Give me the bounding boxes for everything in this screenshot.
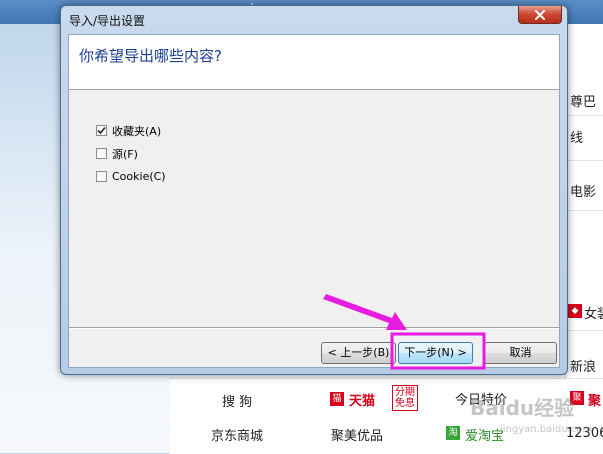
cookies-checkbox[interactable] [96,171,107,182]
side-item-line[interactable]: 线 [570,127,583,146]
dialog-header-question: 你希望导出哪些内容? [79,47,222,65]
side-item-zunba[interactable]: 尊巴 [570,91,596,110]
feeds-label: 源(F) [112,147,138,161]
next-button[interactable]: 下一步(N) > [398,342,473,364]
close-button[interactable] [518,6,562,24]
footer-separator [69,327,559,329]
side-divider [565,115,603,116]
option-cookies[interactable]: Cookie(C) [96,170,166,183]
side-divider [565,210,603,211]
dialog-title: 导入/导出设置 [69,14,146,28]
baidu-watermark-url: jingyan.baidu.com [500,424,593,435]
back-button[interactable]: < 上一步(B) [321,342,396,364]
dialog-header: 你希望导出哪些内容? [69,35,559,90]
checkmark-icon [97,126,106,135]
option-favorites[interactable]: 收藏夹(A) [96,124,166,138]
tmall-promo-badge: 分期 免息 [392,385,418,411]
red-logo-icon: ◆ [568,304,582,318]
side-item-movie[interactable]: 电影 [570,181,596,200]
link-taobao[interactable]: 爱淘宝 [465,425,504,444]
taobao-logo-icon: 淘 [446,426,460,440]
feeds-checkbox[interactable] [96,148,107,159]
link-tmall[interactable]: 天猫 [349,390,375,409]
side-item-sina[interactable]: 新浪 [570,356,596,375]
import-export-dialog: 导入/导出设置 你希望导出哪些内容? 收藏夹(A) 源(F) Cookie(C)… [60,5,568,375]
link-jumei[interactable]: 聚美优品 [331,425,383,444]
side-item-women-clothing[interactable]: 女装 [584,303,603,322]
link-jd[interactable]: 京东商城 [211,425,263,444]
export-options: 收藏夹(A) 源(F) Cookie(C) [96,124,166,193]
favorites-label: 收藏夹(A) [112,124,162,138]
tmall-logo-icon: 猫 [330,392,344,406]
baidu-watermark: Baidu经验 [470,396,575,420]
dialog-client-area: 你希望导出哪些内容? 收藏夹(A) 源(F) Cookie(C) < 上一步(B… [68,34,560,368]
favorites-checkbox[interactable] [96,125,107,136]
link-ju[interactable]: 聚 [588,390,601,409]
side-divider [565,160,603,161]
link-sogou[interactable]: 搜 狗 [222,391,252,410]
side-divider [565,330,603,331]
close-icon [535,9,545,20]
background-side-panel [565,24,603,382]
option-feeds[interactable]: 源(F) [96,147,166,161]
cookies-label: Cookie(C) [112,170,166,183]
cancel-button[interactable]: 取消 [484,342,557,364]
